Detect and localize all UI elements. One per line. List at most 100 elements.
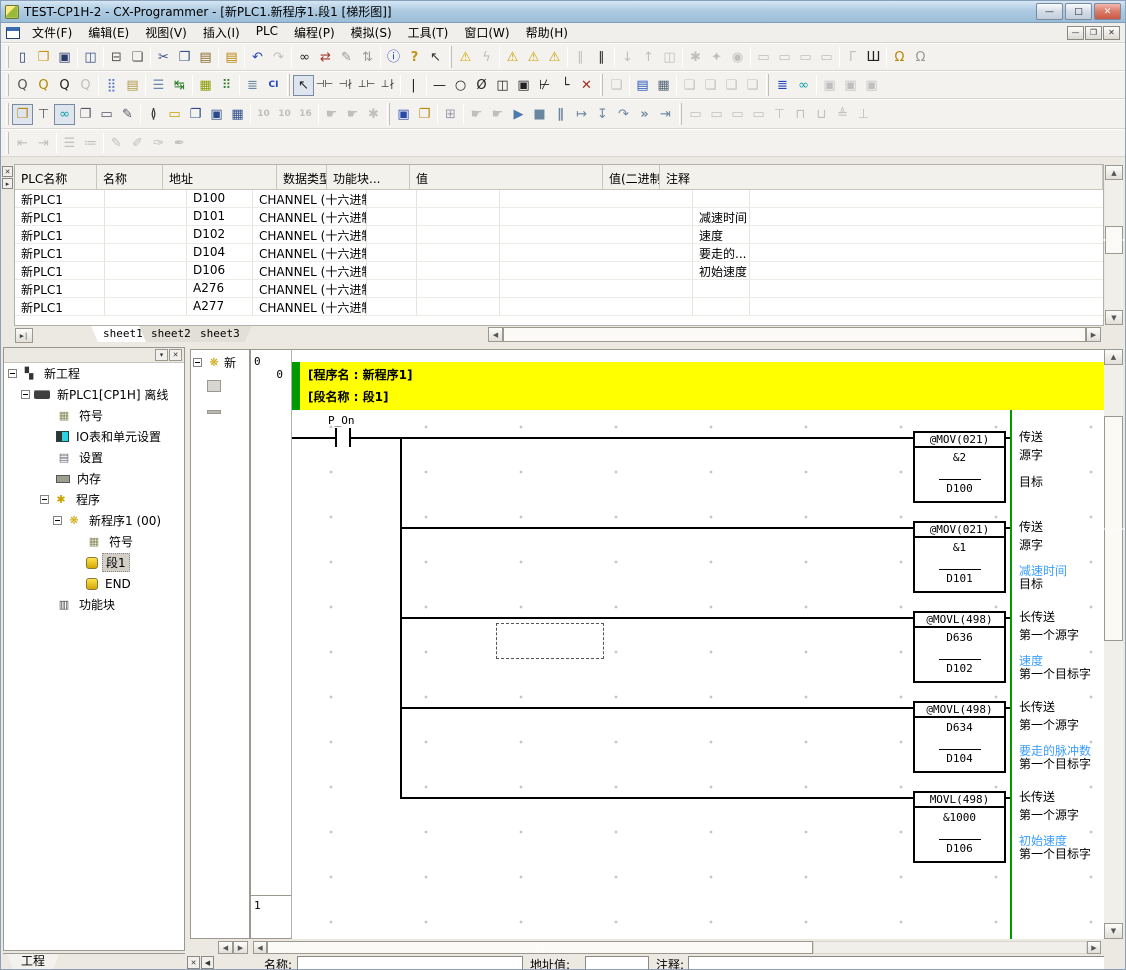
tree-item-plc[interactable]: 新PLC1[CP1H] 离线	[4, 384, 184, 405]
tree-item-settings[interactable]: 设置	[4, 447, 184, 468]
run-mode-icon[interactable]: ▭	[816, 47, 837, 68]
pause-monitor-icon[interactable]: ∥	[570, 47, 591, 68]
outdent-rung-icon[interactable]: ⇥	[33, 133, 54, 154]
comment-input[interactable]	[688, 956, 1111, 970]
new-coil-icon[interactable]: ○	[450, 75, 471, 96]
check-section-icon[interactable]: ⚠	[523, 47, 544, 68]
mdi-restore-button[interactable]: ❐	[1085, 26, 1102, 40]
table-row[interactable]: 新PLC1 D101 CHANNEL (十六进制,通道) 减速时间	[15, 208, 1103, 226]
check-all-icon[interactable]: ⚠	[544, 47, 565, 68]
validate-icon[interactable]: ⚠	[455, 47, 476, 68]
insert-row-icon[interactable]: ❏	[742, 75, 763, 96]
column-header[interactable]: 值(二进制)	[603, 165, 660, 189]
sort-icon[interactable]: ⇅	[357, 47, 378, 68]
section-list-icon[interactable]: ⠿	[216, 75, 237, 96]
tree-item-programs[interactable]: 程序	[4, 489, 184, 510]
scroll-up-icon[interactable]	[1105, 165, 1123, 180]
dialog-icon[interactable]: ▣	[206, 104, 227, 125]
program-transfer-icon[interactable]: ⊞	[440, 104, 461, 125]
transfer-from-plc-icon[interactable]: ↑	[638, 47, 659, 68]
output-window-icon[interactable]: ⊤	[33, 104, 54, 125]
edit-comment-icon[interactable]: ✎	[106, 133, 127, 154]
redo-icon[interactable]: ↷	[268, 47, 289, 68]
monitor-box-icon[interactable]: ❐	[185, 104, 206, 125]
select-tool-icon[interactable]: ↖	[293, 75, 314, 96]
menu-item[interactable]: 视图(V)	[137, 23, 195, 42]
tree-item-memory[interactable]: 内存	[4, 468, 184, 489]
scrollbar-thumb[interactable]	[1104, 416, 1123, 641]
instruction-block-mov-d101[interactable]: @MOV(021) &1 D101	[913, 521, 1006, 593]
scroll-left-icon[interactable]	[253, 941, 267, 954]
paste-special-icon[interactable]: ▤	[221, 47, 242, 68]
pause-icon[interactable]: ∥	[591, 47, 612, 68]
mnemonics-icon[interactable]: ≣	[242, 75, 263, 96]
delete-rung-icon[interactable]: ❏	[721, 75, 742, 96]
collapse-icon[interactable]	[193, 358, 202, 367]
zoom-edit-icon[interactable]: Q	[33, 75, 54, 96]
operand-source[interactable]: D636	[915, 628, 1004, 644]
sim-fast-icon[interactable]: »	[634, 104, 655, 125]
mini-scroll-right-icon[interactable]	[233, 941, 248, 954]
menu-item[interactable]: 插入(I)	[195, 23, 248, 42]
new-closed-contact-icon[interactable]: ⊣∤	[335, 75, 356, 96]
instruction-block-mov-d100[interactable]: @MOV(021) &2 D100	[913, 431, 1006, 503]
collapse-icon[interactable]	[21, 390, 30, 399]
tree-item-function-blocks[interactable]: 功能块	[4, 594, 184, 615]
check-dialog-icon[interactable]: ▣	[861, 75, 882, 96]
time-chart-icon[interactable]: Ш	[863, 47, 884, 68]
section-transfer-icon[interactable]: ❏	[606, 75, 627, 96]
column-header[interactable]: 值	[410, 165, 603, 189]
instruction-block-movl-d102[interactable]: @MOVL(498) D636 D102	[913, 611, 1006, 683]
sim-to-end-icon[interactable]: ⇥	[655, 104, 676, 125]
insert-rung-above-icon[interactable]: ❏	[679, 75, 700, 96]
mini-tree-program[interactable]: 新	[191, 350, 249, 374]
sim-online-icon[interactable]: ☛	[466, 104, 487, 125]
sim-step-icon[interactable]: ↦	[571, 104, 592, 125]
scroll-right-icon[interactable]	[1086, 327, 1101, 342]
mini-tree-section[interactable]	[191, 398, 249, 422]
ladder-vscrollbar[interactable]	[1104, 349, 1123, 939]
collapse-icon[interactable]	[40, 495, 49, 504]
tree-item-io-table[interactable]: IO表和单元设置	[4, 426, 184, 447]
new-instruction-detail-icon[interactable]: ▣	[513, 75, 534, 96]
mini-tree-symbols[interactable]	[191, 374, 249, 398]
multi-section-view-icon[interactable]: ▤	[632, 75, 653, 96]
tree-item-project[interactable]: 新工程	[4, 363, 184, 384]
tree-item-program1[interactable]: 新程序1 (00)	[4, 510, 184, 531]
io-bit-dialog-icon[interactable]: ▦	[227, 104, 248, 125]
watch-window-icon[interactable]: ∞	[54, 104, 75, 125]
monitor-run-icon[interactable]: ▭	[795, 47, 816, 68]
table-row[interactable]: 新PLC1 D100 CHANNEL (十六进制,通道)	[15, 190, 1103, 208]
maximize-button[interactable]: □	[1065, 3, 1092, 20]
operand-source[interactable]: &1000	[915, 808, 1004, 824]
sim-settings-icon[interactable]: ☛	[487, 104, 508, 125]
column-header[interactable]: PLC名称	[15, 165, 97, 189]
new-or-contact-icon[interactable]: ⊥⊢	[356, 75, 377, 96]
save-icon[interactable]: ▣	[54, 47, 75, 68]
address-input[interactable]	[585, 956, 649, 970]
sheet-hscrollbar-thumb[interactable]	[503, 327, 1086, 342]
workspace-close-icon[interactable]: ✕	[169, 349, 182, 361]
mdi-close-button[interactable]: ✕	[1103, 26, 1120, 40]
open-file-icon[interactable]: ❐	[33, 47, 54, 68]
tab-sheet3[interactable]: sheet3	[188, 326, 252, 342]
vertical-line-icon[interactable]: |	[403, 75, 424, 96]
marquee-icon[interactable]: ▦	[653, 75, 674, 96]
rising-contact-icon[interactable]: ⊬	[534, 75, 555, 96]
force-cancel-icon[interactable]: ✱	[363, 104, 384, 125]
minimize-button[interactable]: —	[1036, 3, 1063, 20]
operand-dest[interactable]: D101	[915, 569, 1004, 585]
connect-line-icon[interactable]: └	[555, 75, 576, 96]
instruction-block-movl-d106[interactable]: MOVL(498) &1000 D106	[913, 791, 1006, 863]
auto-online-icon[interactable]: ✦	[706, 47, 727, 68]
column-header[interactable]	[1092, 165, 1103, 189]
watch-icon[interactable]: ∞	[793, 75, 814, 96]
scroll-right-icon[interactable]	[1087, 941, 1101, 954]
cancel-edit-icon[interactable]: ▭	[727, 104, 748, 125]
diff-down-icon[interactable]: ⊓	[790, 104, 811, 125]
cycle-time-icon[interactable]: Γ	[842, 47, 863, 68]
scroll-left-icon[interactable]	[488, 327, 503, 342]
column-header[interactable]: 名称	[97, 165, 163, 189]
plc-verify-icon[interactable]: ❐	[414, 104, 435, 125]
tree-item-program-symbols[interactable]: 符号	[4, 531, 184, 552]
